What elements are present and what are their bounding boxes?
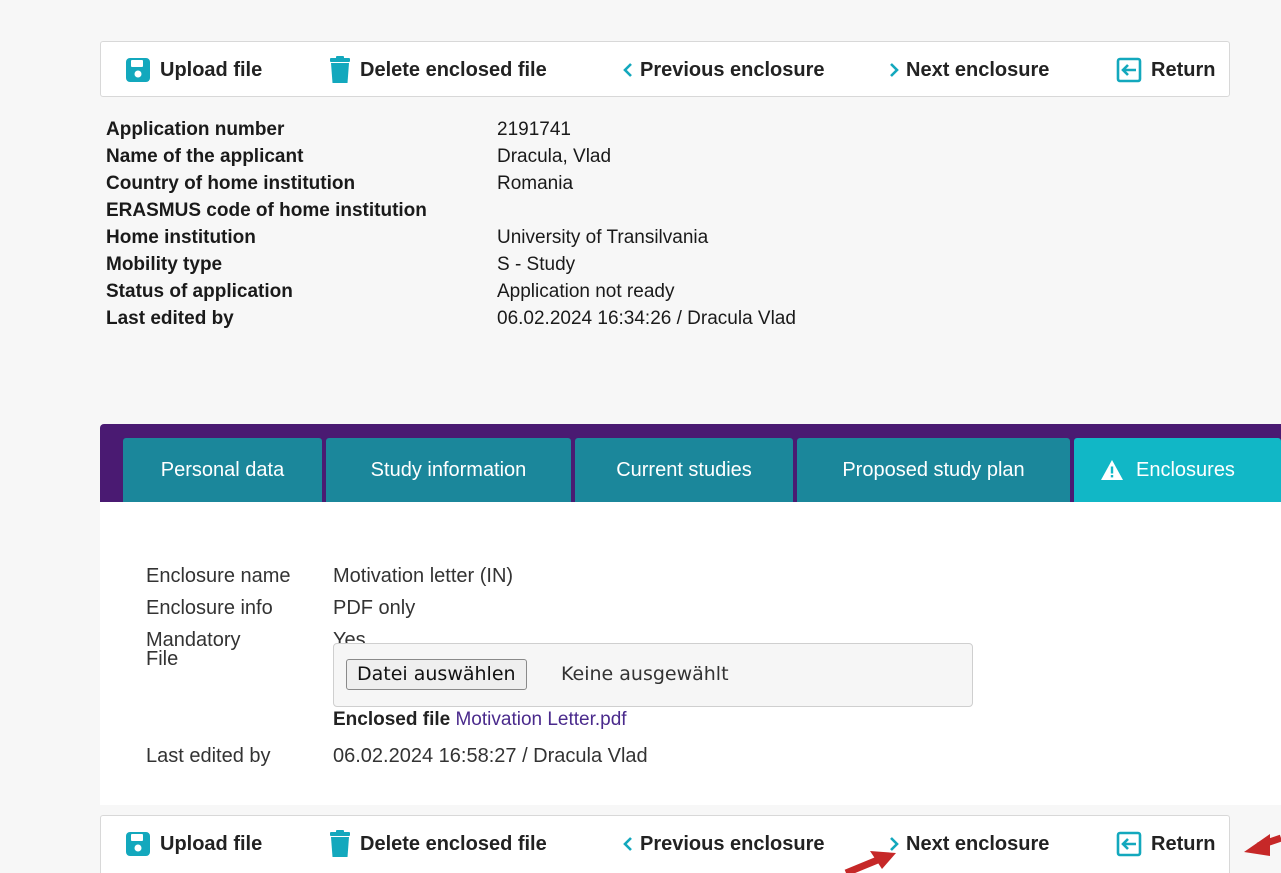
enclosed-file-row: Enclosed file Motivation Letter.pdf <box>333 709 627 731</box>
tab-current-studies[interactable]: Current studies <box>575 438 793 502</box>
info-label: Application number <box>106 119 285 140</box>
tab-label: Study information <box>370 458 527 481</box>
save-icon <box>125 831 151 857</box>
no-file-text: Keine ausgewählt <box>561 663 729 685</box>
tab-study-information[interactable]: Study information <box>326 438 571 502</box>
info-label: ERASMUS code of home institution <box>106 200 427 221</box>
info-row: Home institution University of Transilva… <box>106 224 1006 251</box>
info-label: Name of the applicant <box>106 146 304 167</box>
info-label: Country of home institution <box>106 173 356 194</box>
info-label: Status of application <box>106 281 293 302</box>
info-row: Country of home institution Romania <box>106 170 1006 197</box>
tab-label: Enclosures <box>1136 458 1235 481</box>
tab-proposed-study-plan[interactable]: Proposed study plan <box>797 438 1070 502</box>
upload-file-label: Upload file <box>160 58 263 81</box>
trash-icon <box>329 56 351 84</box>
upload-file-button[interactable]: Upload file <box>125 816 262 872</box>
info-row: ERASMUS code of home institution <box>106 197 1006 224</box>
enclosure-info-value: PDF only <box>333 597 416 619</box>
info-row: Last edited by 06.02.2024 16:34:26 / Dra… <box>106 305 1006 332</box>
enclosure-name-label: Enclosure name <box>146 565 291 587</box>
chevron-left-icon <box>622 836 634 852</box>
return-button[interactable]: Return <box>1116 816 1215 872</box>
tab-personal-data[interactable]: Personal data <box>123 438 322 502</box>
enclosed-file-link[interactable]: Motivation Letter.pdf <box>455 709 626 730</box>
enclosure-info-label: Enclosure info <box>146 597 273 619</box>
enclosed-file-label: Enclosed file <box>333 709 451 730</box>
info-label: Home institution <box>106 227 256 248</box>
next-enclosure-button[interactable]: Next enclosure <box>888 816 1049 872</box>
info-value: Dracula, Vlad <box>497 146 612 167</box>
return-icon <box>1116 831 1142 857</box>
previous-enclosure-label: Previous enclosure <box>640 58 825 81</box>
info-row: Mobility type S - Study <box>106 251 1006 278</box>
info-row: Status of application Application not re… <box>106 278 1006 305</box>
delete-file-button[interactable]: Delete enclosed file <box>329 42 547 98</box>
choose-file-button[interactable]: Datei auswählen <box>346 659 527 690</box>
delete-file-label: Delete enclosed file <box>360 58 547 81</box>
info-value: University of Transilvania <box>497 227 709 248</box>
warning-icon <box>1100 459 1124 481</box>
file-label: File <box>146 648 179 670</box>
info-value: Romania <box>497 173 574 194</box>
info-value: Application not ready <box>497 281 675 302</box>
info-label: Mobility type <box>106 254 223 275</box>
next-enclosure-label: Next enclosure <box>906 58 1050 81</box>
last-edited-value: 06.02.2024 16:58:27 / Dracula Vlad <box>333 745 648 767</box>
chevron-right-icon <box>888 62 900 78</box>
info-value: S - Study <box>497 254 576 275</box>
previous-enclosure-button[interactable]: Previous enclosure <box>622 42 825 98</box>
enclosure-name-value: Motivation letter (IN) <box>333 565 514 587</box>
tab-label: Proposed study plan <box>842 458 1025 481</box>
info-row: Application number 2191741 <box>106 116 1006 143</box>
annotation-arrow-icon <box>844 851 896 873</box>
tab-label: Personal data <box>160 458 285 481</box>
next-enclosure-label: Next enclosure <box>906 832 1050 855</box>
return-label: Return <box>1151 58 1216 81</box>
upload-file-label: Upload file <box>160 832 263 855</box>
delete-file-label: Delete enclosed file <box>360 832 547 855</box>
return-button[interactable]: Return <box>1116 42 1215 98</box>
info-label: Last edited by <box>106 308 234 329</box>
bottom-toolbar: Upload file Delete enclosed file Previou… <box>100 815 1230 873</box>
tab-label: Current studies <box>616 458 752 481</box>
annotation-arrow-icon <box>1244 834 1281 856</box>
info-value: 06.02.2024 16:34:26 / Dracula Vlad <box>497 308 796 329</box>
next-enclosure-button[interactable]: Next enclosure <box>888 42 1049 98</box>
info-value: 2191741 <box>497 119 571 140</box>
last-edited-label: Last edited by <box>146 745 271 767</box>
return-label: Return <box>1151 832 1216 855</box>
info-row: Name of the applicant Dracula, Vlad <box>106 143 1006 170</box>
top-toolbar: Upload file Delete enclosed file Previou… <box>100 41 1230 97</box>
chevron-left-icon <box>622 62 634 78</box>
previous-enclosure-label: Previous enclosure <box>640 832 825 855</box>
trash-icon <box>329 830 351 858</box>
return-icon <box>1116 57 1142 83</box>
tab-bar: Personal data Study information Current … <box>100 424 1281 502</box>
tab-enclosures[interactable]: Enclosures <box>1074 438 1281 502</box>
enclosure-panel: Enclosure name Motivation letter (IN) En… <box>100 502 1281 805</box>
save-icon <box>125 57 151 83</box>
file-input[interactable]: Datei auswählen Keine ausgewählt <box>333 643 973 707</box>
delete-file-button[interactable]: Delete enclosed file <box>329 816 547 872</box>
upload-file-button[interactable]: Upload file <box>125 42 262 98</box>
previous-enclosure-button[interactable]: Previous enclosure <box>622 816 825 872</box>
